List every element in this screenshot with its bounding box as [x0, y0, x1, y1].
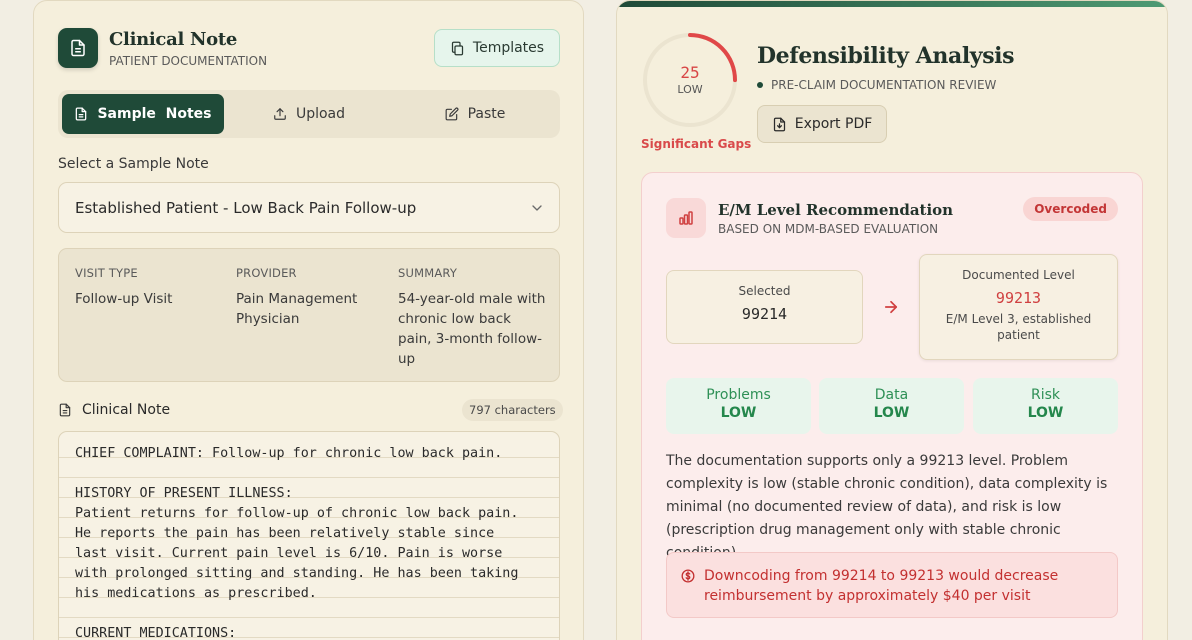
metric-data: Data LOW	[819, 378, 964, 434]
metric-value: LOW	[1027, 405, 1064, 421]
metric-label: Risk	[1030, 387, 1061, 403]
tab-label: Paste	[467, 106, 506, 122]
tab-upload[interactable]: Upload	[228, 94, 390, 134]
em-title: E/M Level Recommendation	[718, 201, 954, 219]
clinical-note-editor[interactable]: CHIEF COMPLAINT: Follow-up for chronic l…	[58, 431, 560, 640]
reimbursement-warning: Downcoding from 99214 to 99213 would dec…	[666, 552, 1118, 618]
analysis-title: Defensibility Analysis	[757, 43, 1015, 69]
metric-risk: Risk LOW	[973, 378, 1118, 434]
provider-value: Pain Management Physician	[236, 291, 358, 327]
bar-chart-icon	[666, 198, 706, 238]
visit-info-card: VISIT TYPE Follow-up Visit PROVIDER Pain…	[58, 248, 560, 382]
visit-type-field: VISIT TYPE Follow-up Visit	[75, 266, 225, 309]
metric-label: Problems	[706, 387, 771, 403]
status-dot-icon	[757, 82, 763, 88]
em-description: The documentation supports only a 99213 …	[666, 453, 1108, 561]
clinical-note-text[interactable]: CHIEF COMPLAINT: Follow-up for chronic l…	[59, 432, 559, 640]
score-value: 25	[680, 63, 700, 82]
selected-label: Selected	[738, 284, 791, 298]
edit-icon	[445, 107, 459, 121]
clinical-note-panel: Clinical Note PATIENT DOCUMENTATION Temp…	[33, 0, 584, 640]
sample-note-select[interactable]: Established Patient - Low Back Pain Foll…	[58, 182, 560, 233]
document-icon	[59, 403, 71, 417]
em-recommendation-card: E/M Level Recommendation BASED ON MDM-BA…	[641, 172, 1143, 640]
tab-sample-notes[interactable]: Sample Notes	[62, 94, 224, 134]
export-pdf-button[interactable]: Export PDF	[757, 105, 887, 143]
score-status: Significant Gaps	[641, 137, 752, 151]
analysis-subtitle-text: PRE-CLAIM DOCUMENTATION REVIEW	[771, 78, 997, 92]
export-pdf-label: Export PDF	[794, 116, 873, 132]
metric-label: Data	[874, 387, 909, 403]
clinical-note-title: Clinical Note	[82, 402, 171, 418]
summary-field: SUMMARY 54-year-old male with chronic lo…	[398, 266, 548, 369]
document-icon	[76, 107, 87, 121]
provider-label: PROVIDER	[236, 266, 297, 280]
chevron-down-icon	[532, 205, 542, 211]
copy-icon	[451, 41, 464, 55]
documented-code: 99213	[995, 289, 1042, 307]
metric-value: LOW	[720, 405, 757, 421]
visit-type-label: VISIT TYPE	[75, 266, 138, 280]
sample-note-value: Established Patient - Low Back Pain Foll…	[75, 198, 417, 217]
summary-value: 54-year-old male with chronic low back p…	[398, 291, 546, 367]
score-level: LOW	[677, 83, 703, 96]
panel-subtitle: PATIENT DOCUMENTATION	[109, 54, 268, 68]
document-logo-icon	[58, 28, 98, 68]
tab-label: Upload	[295, 106, 346, 122]
documented-code-box: Documented Level 99213 E/M Level 3, esta…	[919, 254, 1118, 360]
status-badge: Overcoded	[1023, 197, 1118, 221]
file-download-icon	[773, 117, 785, 131]
tab-paste[interactable]: Paste	[394, 94, 556, 134]
upload-icon	[274, 108, 286, 120]
documented-label: Documented Level	[962, 268, 1075, 282]
metric-problems: Problems LOW	[666, 378, 811, 434]
metric-value: LOW	[873, 405, 910, 421]
em-subtitle: BASED ON MDM-BASED EVALUATION	[718, 222, 939, 236]
warning-text: Downcoding from 99214 to 99213 would dec…	[704, 568, 1059, 604]
dollar-icon	[681, 569, 695, 583]
selected-code-box: Selected 99214	[666, 270, 863, 344]
sample-select-label: Select a Sample Note	[58, 156, 209, 172]
accent-bar	[617, 1, 1167, 7]
selected-code: 99214	[741, 305, 788, 323]
tab-label: Sample Notes	[97, 106, 212, 122]
templates-label: Templates	[472, 40, 545, 56]
analysis-panel: 25 LOW Significant Gaps Defensibility An…	[616, 0, 1168, 640]
panel-title: Clinical Note	[109, 29, 237, 50]
provider-field: PROVIDER Pain Management Physician	[236, 266, 386, 329]
input-mode-tabs: Sample Notes Upload Paste	[58, 90, 560, 138]
documented-description: E/M Level 3, established patient	[945, 312, 1092, 342]
templates-button[interactable]: Templates	[434, 29, 560, 67]
arrow-right-icon	[884, 300, 898, 314]
analysis-subtitle: PRE-CLAIM DOCUMENTATION REVIEW	[757, 78, 996, 92]
character-count-badge: 797 characters	[462, 399, 563, 421]
visit-type-value: Follow-up Visit	[75, 291, 173, 307]
summary-label: SUMMARY	[398, 266, 458, 280]
